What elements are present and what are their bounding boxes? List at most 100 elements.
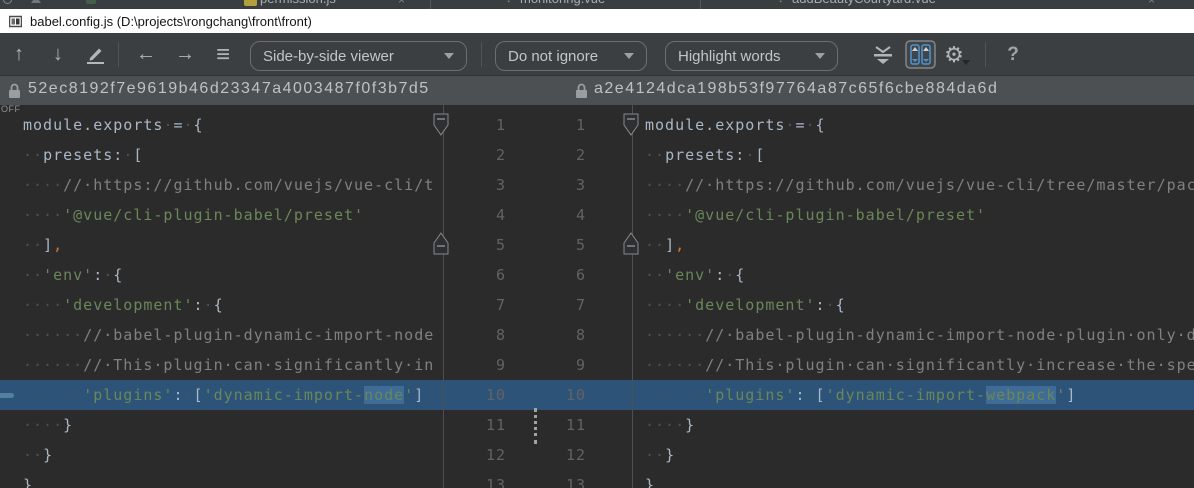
menu-icon[interactable]: ≡	[209, 33, 237, 76]
code-line[interactable]: ······'plugins':·['dynamic-import-node']	[0, 380, 443, 410]
code-segment: {	[735, 266, 745, 284]
right-code-pane[interactable]: module.exports·=·{··presets:·[····//·htt…	[633, 105, 1194, 488]
code-line[interactable]: ··],	[0, 230, 443, 260]
close-icon[interactable]: ×	[1148, 0, 1155, 7]
code-segment: 'env'	[43, 266, 93, 284]
next-change-button[interactable]: ↓	[45, 33, 71, 76]
toolbar-separator	[118, 42, 119, 67]
code-line[interactable]: ······'plugins':·['dynamic-import-webpac…	[633, 380, 1194, 410]
code-segment: {	[113, 266, 123, 284]
code-segment: module.exports	[23, 116, 163, 134]
code-segment: :	[173, 386, 183, 404]
code-segment: [	[816, 386, 826, 404]
code-line[interactable]: ····}	[0, 410, 443, 440]
lock-icon	[8, 83, 21, 99]
close-icon[interactable]: ×	[398, 0, 405, 7]
code-line[interactable]: }	[0, 470, 443, 488]
collapse-unchanged-button[interactable]	[868, 33, 898, 76]
code-segment: ·	[725, 266, 735, 284]
vcs-update-arrow-icon: ↓	[506, 0, 512, 5]
toolbar-separator	[481, 42, 482, 67]
line-number: 13	[524, 470, 586, 488]
line-number: 12	[524, 440, 586, 470]
line-number: 1	[524, 110, 586, 140]
code-line[interactable]: ······//·This·plugin·can·significantly·i…	[0, 350, 443, 380]
tab-addbeautycourtyard-vue[interactable]: addBeautyCourtyard.vue	[792, 0, 936, 6]
code-segment: {	[214, 296, 224, 314]
vcs-update-arrow-icon: ↓	[778, 0, 784, 5]
line-number: 10	[524, 380, 586, 410]
fold-region-end-icon[interactable]	[433, 231, 449, 255]
code-line[interactable]: ······//·babel-plugin-dynamic-import-nod…	[0, 320, 443, 350]
fold-region-start-icon[interactable]	[433, 113, 449, 137]
line-number: 7	[444, 290, 506, 320]
code-line[interactable]: ····//·https://github.com/vuejs/vue-cli/…	[633, 170, 1194, 200]
code-line[interactable]: ····'@vue/cli-plugin-babel/preset'	[633, 200, 1194, 230]
code-line[interactable]: ····//·https://github.com/vuejs/vue-cli/…	[0, 170, 443, 200]
code-line[interactable]: ····'development':·{	[633, 290, 1194, 320]
code-segment: ··	[645, 266, 665, 284]
tab-monitoring-vue[interactable]: monitoring.vue	[520, 0, 605, 6]
sync-scroll-toggle[interactable]	[903, 33, 937, 76]
code-line[interactable]: ··presets:·[	[0, 140, 443, 170]
lock-icon	[575, 83, 588, 99]
tab-permission-js[interactable]: permission.js	[260, 0, 336, 6]
code-line[interactable]: ····}	[633, 410, 1194, 440]
help-button[interactable]: ?	[998, 33, 1028, 76]
viewer-mode-dropdown[interactable]: Side-by-side viewer	[250, 41, 467, 71]
fold-region-end-icon[interactable]	[623, 231, 639, 255]
tab-divider	[700, 0, 701, 9]
code-line[interactable]: ··presets:·[	[633, 140, 1194, 170]
code-segment: 'plugins'	[83, 386, 173, 404]
edit-source-button[interactable]	[80, 33, 110, 76]
chevron-down-icon	[444, 53, 454, 59]
code-segment: ,	[53, 236, 63, 254]
code-line[interactable]: ······//·This·plugin·can·significantly·i…	[633, 350, 1194, 380]
settings-button[interactable]: ⚙	[941, 33, 975, 76]
highlight-mode-dropdown[interactable]: Highlight words	[665, 41, 838, 71]
code-segment: :	[93, 266, 103, 284]
line-number: 9	[524, 350, 586, 380]
back-button[interactable]: ←	[132, 33, 160, 76]
code-segment: ]	[414, 386, 424, 404]
whitespace-ignore-dropdown[interactable]: Do not ignore	[495, 41, 647, 71]
code-line[interactable]: module.exports·=·{	[633, 110, 1194, 140]
diff-editor: OFF module.exports·=·{··presets:·[····//…	[0, 105, 1194, 488]
code-line[interactable]: ····'development':·{	[0, 290, 443, 320]
code-line[interactable]: module.exports·=·{	[0, 110, 443, 140]
code-segment: //·https://github.com/vuejs/vue-cli/t	[63, 176, 434, 194]
fold-region-start-icon[interactable]	[623, 113, 639, 137]
code-segment: presets:	[665, 146, 745, 164]
code-segment: 'plugins'	[705, 386, 795, 404]
left-code-pane[interactable]: module.exports·=·{··presets:·[····//·htt…	[0, 105, 443, 488]
code-segment: }	[23, 476, 33, 488]
code-line[interactable]: ··],	[633, 230, 1194, 260]
diff-toolbar: ↑ ↓ ← → ≡ Side-by-side viewer Do not ign…	[0, 33, 1194, 76]
code-segment: ····	[645, 206, 685, 224]
code-segment: presets:	[43, 146, 123, 164]
code-line[interactable]: ··}	[0, 440, 443, 470]
code-line[interactable]: ····'@vue/cli-plugin-babel/preset'	[0, 200, 443, 230]
line-number: 7	[524, 290, 586, 320]
whitespace-ignore-label: Do not ignore	[508, 48, 598, 65]
code-segment: 'dynamic-import-	[204, 386, 365, 404]
code-line[interactable]: ··'env':·{	[633, 260, 1194, 290]
revision-bar: 52ec8192f7e9619b46d23347a4003487f0f3b7d5…	[0, 76, 1194, 105]
line-number: 11	[444, 410, 506, 440]
chevron-down-icon	[815, 53, 825, 59]
code-line[interactable]: ··}	[633, 440, 1194, 470]
code-segment: =	[795, 116, 805, 134]
code-segment: ··	[23, 266, 43, 284]
code-line[interactable]: }	[633, 470, 1194, 488]
code-line[interactable]: ··'env':·{	[0, 260, 443, 290]
line-number: 3	[444, 170, 506, 200]
diff-window-icon	[9, 15, 22, 28]
forward-button[interactable]: →	[171, 33, 199, 76]
code-line[interactable]: ······//·babel-plugin-dynamic-import-nod…	[633, 320, 1194, 350]
code-segment: ·	[184, 386, 194, 404]
sync-scroll-icon	[905, 40, 936, 69]
code-segment: ··	[645, 236, 665, 254]
code-segment: ····	[645, 296, 685, 314]
code-segment: ····	[23, 296, 63, 314]
previous-change-button[interactable]: ↑	[6, 33, 32, 76]
